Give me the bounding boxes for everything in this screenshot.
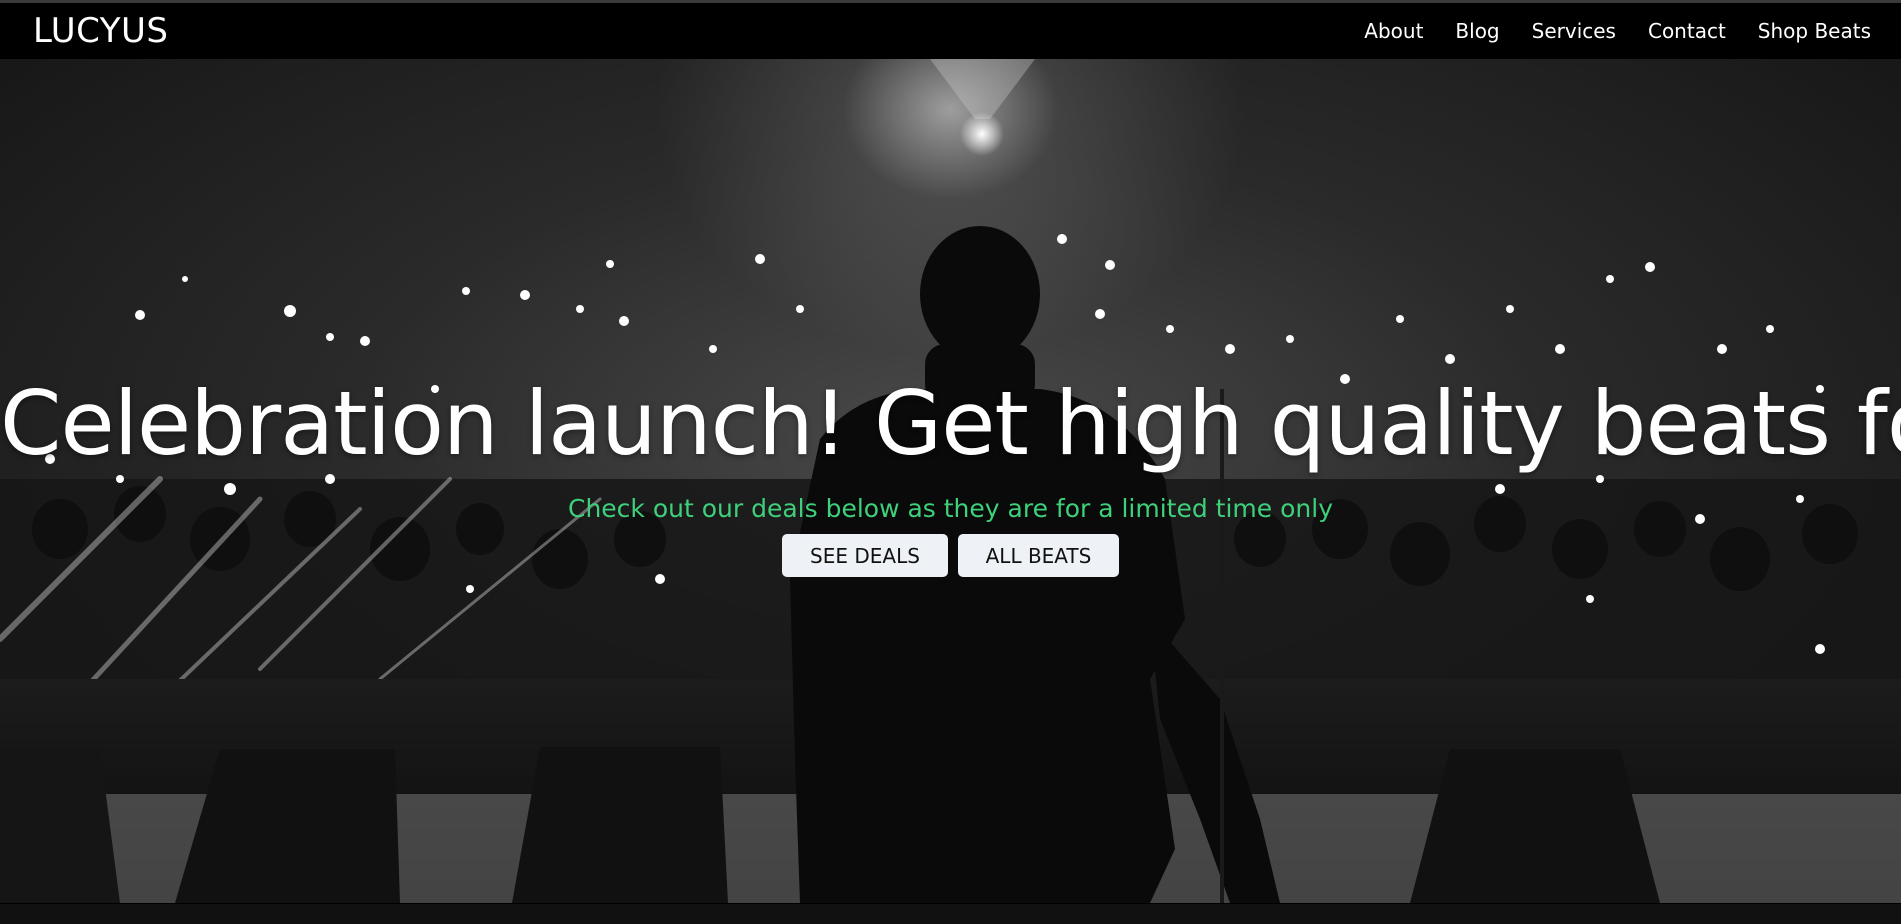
nav-contact[interactable]: Contact [1648,19,1726,43]
hero-buttons: SEE DEALS ALL BEATS [0,534,1901,577]
page: LUCYUS About Blog Services Contact Shop … [0,0,1901,924]
main-nav: About Blog Services Contact Shop Beats [1332,19,1871,43]
hero-subline: Check out our deals below as they are fo… [567,494,1333,523]
nav-blog[interactable]: Blog [1455,19,1499,43]
all-beats-button[interactable]: ALL BEATS [958,534,1119,577]
concert-scene-illustration [0,59,1901,903]
nav-about[interactable]: About [1364,19,1423,43]
nav-shop-beats[interactable]: Shop Beats [1758,19,1871,43]
hero-headline: Celebration launch! Get high quality bea… [0,372,1901,475]
see-deals-button[interactable]: SEE DEALS [782,534,948,577]
hero-background-image [0,59,1901,903]
bottom-border [0,903,1901,924]
site-header: LUCYUS About Blog Services Contact Shop … [0,3,1901,59]
nav-services[interactable]: Services [1532,19,1616,43]
site-logo[interactable]: LUCYUS [33,11,169,51]
